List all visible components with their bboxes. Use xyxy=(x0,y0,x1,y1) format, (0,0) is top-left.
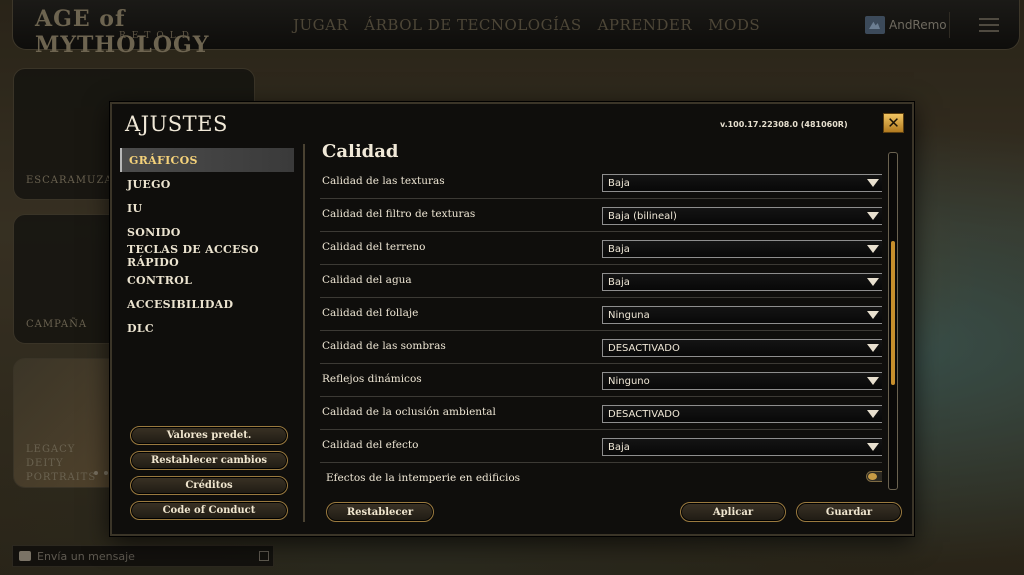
setting-row: Calidad de las texturas Baja xyxy=(320,166,882,199)
weather-effects-toggle[interactable] xyxy=(866,471,882,482)
sidebar-item-sound[interactable]: SONIDO xyxy=(120,220,294,244)
reset-button[interactable]: Restablecer xyxy=(326,502,434,522)
effect-quality-dropdown[interactable]: Baja xyxy=(602,438,882,456)
setting-label: Reflejos dinámicos xyxy=(322,373,422,385)
chevron-down-icon xyxy=(867,377,879,385)
chat-input[interactable]: Envía un mensaje xyxy=(12,545,274,567)
settings-sidebar: GRÁFICOS JUEGO IU SONIDO TECLAS DE ACCES… xyxy=(120,148,294,340)
modal-title: AJUSTES xyxy=(125,112,228,136)
setting-label: Efectos de la intemperie en edificios xyxy=(326,472,521,484)
chat-bubble-icon xyxy=(19,551,31,561)
chevron-down-icon xyxy=(867,278,879,286)
expand-icon[interactable] xyxy=(259,551,269,561)
save-button[interactable]: Guardar xyxy=(796,502,902,522)
foliage-quality-dropdown[interactable]: Ninguna xyxy=(602,306,882,324)
setting-row: Calidad del filtro de texturas Baja (bil… xyxy=(320,199,882,232)
code-of-conduct-button[interactable]: Code of Conduct xyxy=(130,501,288,520)
setting-label: Calidad del agua xyxy=(322,274,412,286)
shadow-quality-dropdown[interactable]: DESACTIVADO xyxy=(602,339,882,357)
close-button[interactable]: ✕ xyxy=(883,113,904,133)
sidebar-item-graphics[interactable]: GRÁFICOS xyxy=(120,148,294,172)
dropdown-value: Baja xyxy=(608,243,630,255)
credits-button[interactable]: Créditos xyxy=(130,476,288,495)
chevron-down-icon xyxy=(867,311,879,319)
texture-quality-dropdown[interactable]: Baja xyxy=(602,174,882,192)
dropdown-value: Baja xyxy=(608,441,630,453)
reset-changes-button[interactable]: Restablecer cambios xyxy=(130,451,288,470)
chevron-down-icon xyxy=(867,410,879,418)
setting-row: Calidad del agua Baja xyxy=(320,265,882,298)
setting-label: Calidad de las sombras xyxy=(322,340,446,352)
menu-icon[interactable] xyxy=(979,18,999,32)
setting-row: Calidad del terreno Baja xyxy=(320,232,882,265)
dropdown-value: Ninguno xyxy=(608,375,650,387)
sidebar-item-game[interactable]: JUEGO xyxy=(120,172,294,196)
setting-label: Calidad de las texturas xyxy=(322,175,445,187)
dropdown-value: DESACTIVADO xyxy=(608,342,680,354)
chevron-down-icon xyxy=(867,344,879,352)
nav-item-tech-tree[interactable]: ÁRBOL DE TECNOLOGÍAS xyxy=(364,16,581,34)
settings-scrollbar[interactable] xyxy=(888,152,898,490)
setting-row: Calidad del follaje Ninguna xyxy=(320,298,882,331)
user-profile[interactable]: AndRemo xyxy=(865,16,947,34)
setting-row: Calidad del efecto Baja xyxy=(320,430,882,463)
promo-label: LEGACY DEITY PORTRAITS xyxy=(26,444,97,483)
setting-label: Calidad del filtro de texturas xyxy=(322,208,476,220)
campaign-label: CAMPAÑA xyxy=(26,319,88,330)
settings-modal: AJUSTES v.100.17.22308.0 (481060R) ✕ GRÁ… xyxy=(110,102,914,536)
chevron-down-icon xyxy=(867,245,879,253)
nav-item-play[interactable]: JUGAR xyxy=(293,16,348,34)
close-icon: ✕ xyxy=(887,113,900,132)
dropdown-value: DESACTIVADO xyxy=(608,408,680,420)
dropdown-value: Baja (bilineal) xyxy=(608,210,677,222)
main-nav: JUGAR ÁRBOL DE TECNOLOGÍAS APRENDER MODS xyxy=(293,16,760,34)
setting-row: Reflejos dinámicos Ninguno xyxy=(320,364,882,397)
chevron-down-icon xyxy=(867,443,879,451)
sidebar-item-ui[interactable]: IU xyxy=(120,196,294,220)
setting-label: Calidad del efecto xyxy=(322,439,419,451)
ambient-occlusion-dropdown[interactable]: DESACTIVADO xyxy=(602,405,882,423)
sidebar-item-control[interactable]: CONTROL xyxy=(120,268,294,292)
dropdown-value: Ninguna xyxy=(608,309,650,321)
dynamic-reflections-dropdown[interactable]: Ninguno xyxy=(602,372,882,390)
scrollbar-thumb[interactable] xyxy=(891,241,895,385)
sidebar-item-accessibility[interactable]: ACCESIBILIDAD xyxy=(120,292,294,316)
dropdown-value: Baja xyxy=(608,276,630,288)
logo-subtitle: RETOLD xyxy=(119,31,195,41)
version-label: v.100.17.22308.0 (481060R) xyxy=(720,120,848,129)
texture-filter-dropdown[interactable]: Baja (bilineal) xyxy=(602,207,882,225)
chat-placeholder: Envía un mensaje xyxy=(37,549,135,563)
settings-list: Calidad Calidad de las texturas Baja Cal… xyxy=(310,144,882,494)
sidebar-buttons: Valores predet. Restablecer cambios Créd… xyxy=(130,426,288,526)
skirmish-label: ESCARAMUZA xyxy=(26,175,113,186)
setting-label: Calidad del terreno xyxy=(322,241,426,253)
username: AndRemo xyxy=(889,18,947,32)
defaults-button[interactable]: Valores predet. xyxy=(130,426,288,445)
chevron-down-icon xyxy=(867,212,879,220)
dropdown-value: Baja xyxy=(608,177,630,189)
terrain-quality-dropdown[interactable]: Baja xyxy=(602,240,882,258)
setting-label: Calidad del follaje xyxy=(322,307,419,319)
sidebar-divider xyxy=(303,144,305,522)
nav-item-mods[interactable]: MODS xyxy=(708,16,760,34)
game-logo: AGE of MYTHOLOGY RETOLD xyxy=(35,6,271,58)
section-heading: Calidad xyxy=(322,144,399,162)
water-quality-dropdown[interactable]: Baja xyxy=(602,273,882,291)
apply-button[interactable]: Aplicar xyxy=(680,502,786,522)
chevron-down-icon xyxy=(867,179,879,187)
setting-label: Calidad de la oclusión ambiental xyxy=(322,406,496,418)
setting-row: Efectos de la intemperie en edificios xyxy=(320,463,882,494)
nav-item-learn[interactable]: APRENDER xyxy=(598,16,693,34)
setting-row: Calidad de las sombras DESACTIVADO xyxy=(320,331,882,364)
sidebar-item-dlc[interactable]: DLC xyxy=(120,316,294,340)
setting-row: Calidad de la oclusión ambiental DESACTI… xyxy=(320,397,882,430)
avatar-icon xyxy=(865,16,885,34)
divider xyxy=(949,12,950,38)
top-navigation-bar: AGE of MYTHOLOGY RETOLD JUGAR ÁRBOL DE T… xyxy=(12,0,1020,58)
sidebar-item-hotkeys[interactable]: TECLAS DE ACCESO RÁPIDO xyxy=(120,243,294,269)
